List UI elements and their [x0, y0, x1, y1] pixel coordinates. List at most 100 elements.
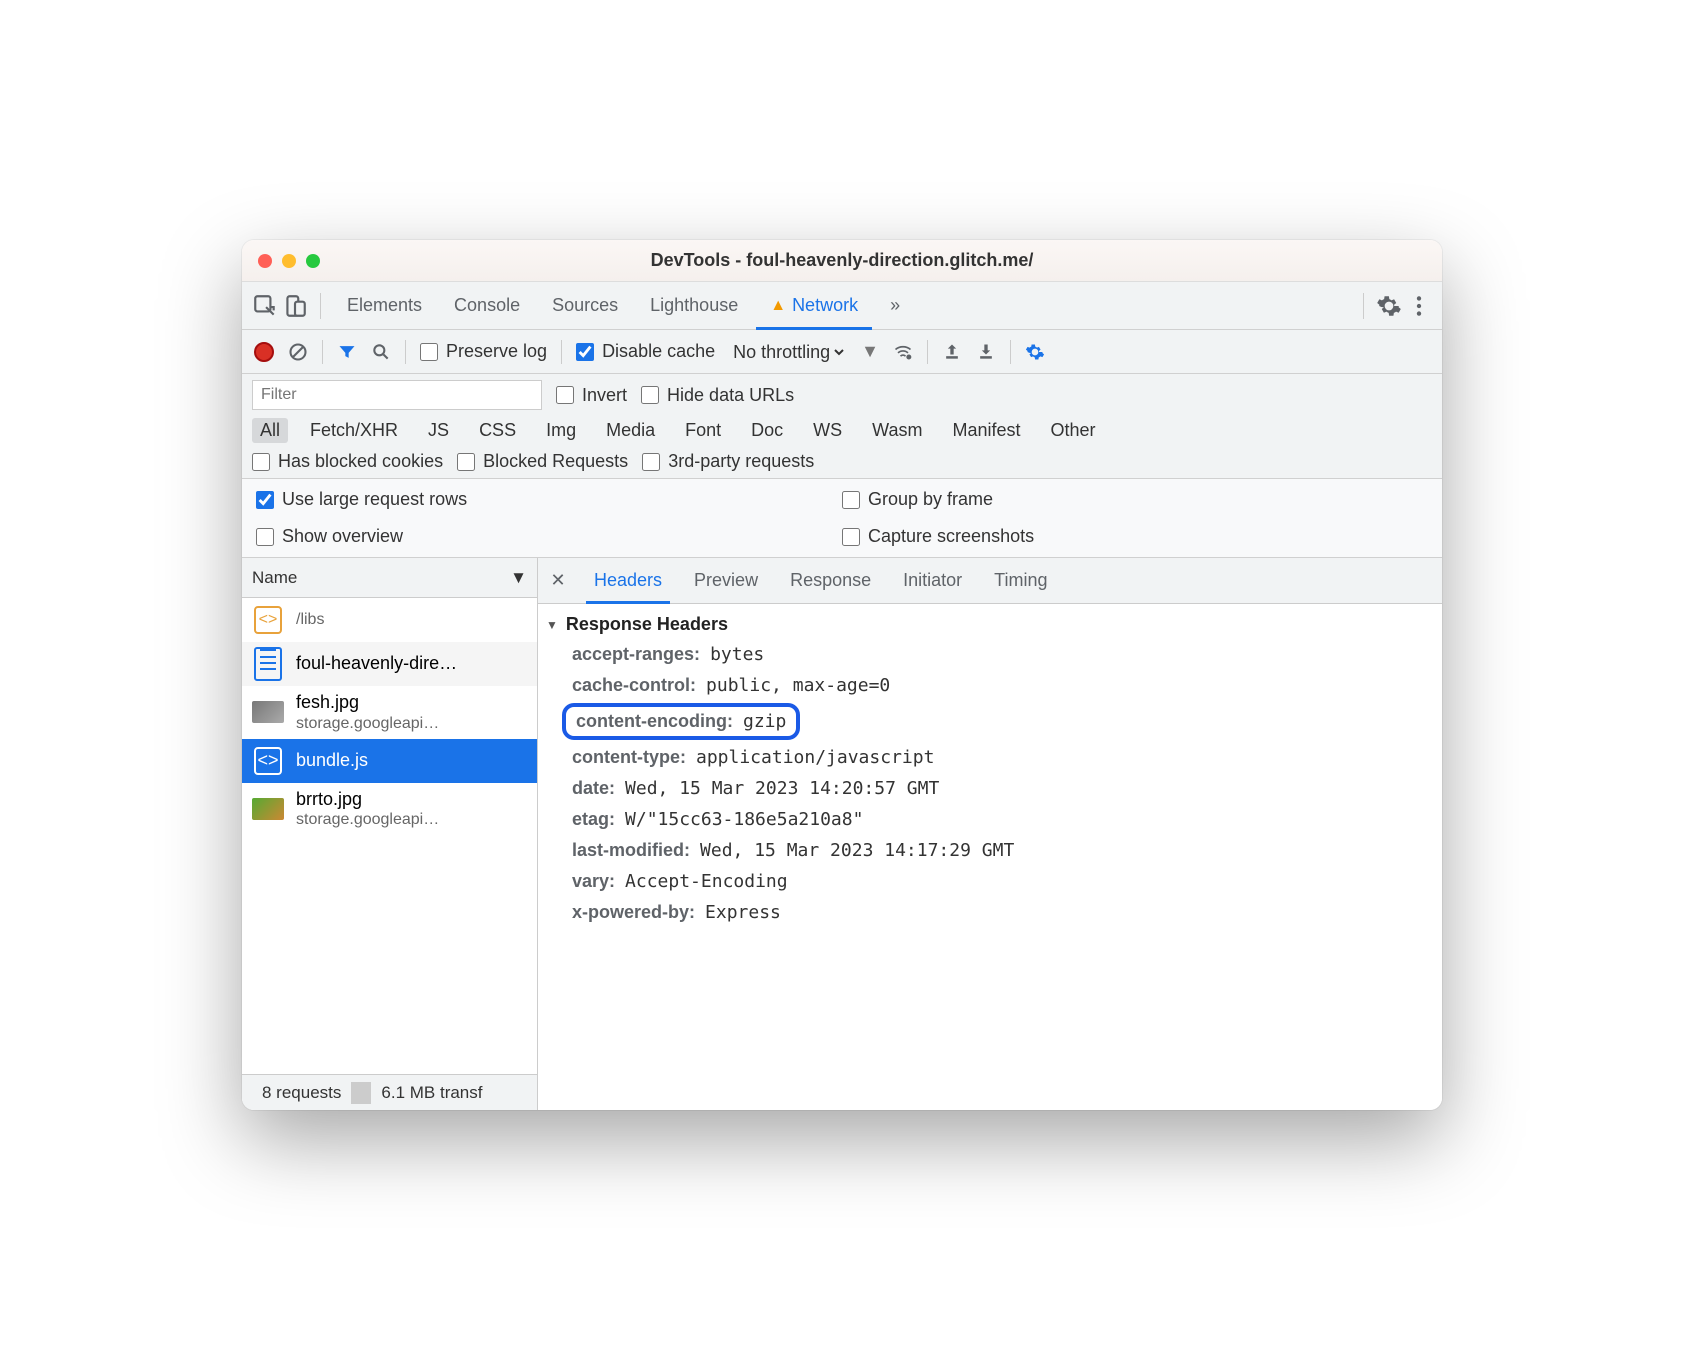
wifi-icon[interactable]	[893, 342, 913, 362]
request-name: brrto.jpg	[296, 789, 439, 811]
view-options: Use large request rows Group by frame Sh…	[242, 479, 1442, 558]
request-list: Name ▼ <>/libs foul-heavenly-dire… fesh.jp…	[242, 558, 538, 1110]
type-ws[interactable]: WS	[805, 418, 850, 443]
type-font[interactable]: Font	[677, 418, 729, 443]
panel-tabs: Elements Console Sources Lighthouse ▲Net…	[242, 282, 1442, 330]
header-key: content-type:	[572, 747, 686, 768]
js-file-icon: <>	[254, 606, 282, 634]
large-rows-toggle[interactable]: Use large request rows	[256, 489, 842, 510]
network-settings-icon[interactable]	[1025, 342, 1045, 362]
settings-icon[interactable]	[1376, 293, 1402, 319]
tab-network[interactable]: ▲Network	[756, 282, 872, 329]
dtab-initiator[interactable]: Initiator	[887, 558, 978, 603]
sort-icon: ▼	[510, 568, 527, 588]
search-icon[interactable]	[371, 342, 391, 362]
inspect-icon[interactable]	[252, 293, 278, 319]
dtab-timing[interactable]: Timing	[978, 558, 1063, 603]
third-party-toggle[interactable]: 3rd-party requests	[642, 451, 814, 472]
transfer-size: 6.1 MB transf	[371, 1083, 492, 1103]
dtab-response[interactable]: Response	[774, 558, 887, 603]
type-media[interactable]: Media	[598, 418, 663, 443]
header-key: accept-ranges:	[572, 644, 700, 665]
clear-icon[interactable]	[288, 342, 308, 362]
filter-icon[interactable]	[337, 342, 357, 362]
type-css[interactable]: CSS	[471, 418, 524, 443]
type-other[interactable]: Other	[1043, 418, 1104, 443]
group-frame-toggle[interactable]: Group by frame	[842, 489, 1428, 510]
invert-toggle[interactable]: Invert	[556, 385, 627, 406]
record-button[interactable]	[254, 342, 274, 362]
header-value: gzip	[743, 711, 786, 732]
header-value: public, max-age=0	[706, 675, 890, 696]
filter-input[interactable]	[252, 380, 542, 410]
blocked-requests-toggle[interactable]: Blocked Requests	[457, 451, 628, 472]
name-column-header[interactable]: Name ▼	[242, 558, 537, 598]
header-value: Accept-Encoding	[625, 871, 788, 892]
headers-panel: Response Headers accept-ranges: bytes cach…	[538, 604, 1442, 1110]
type-doc[interactable]: Doc	[743, 418, 791, 443]
type-fetch[interactable]: Fetch/XHR	[302, 418, 406, 443]
hide-data-urls-toggle[interactable]: Hide data URLs	[641, 385, 794, 406]
header-value: Wed, 15 Mar 2023 14:17:29 GMT	[700, 840, 1014, 861]
type-filters: All Fetch/XHR JS CSS Img Media Font Doc …	[252, 418, 1432, 443]
header-key: x-powered-by:	[572, 902, 695, 923]
dtab-headers[interactable]: Headers	[578, 558, 678, 603]
disable-cache-toggle[interactable]: Disable cache	[576, 341, 715, 362]
header-row: x-powered-by: Express	[538, 897, 1442, 928]
device-icon[interactable]	[282, 293, 308, 319]
header-row: etag:W/"15cc63-186e5a210a8"	[538, 804, 1442, 835]
download-icon[interactable]	[976, 342, 996, 362]
image-thumb-icon	[252, 701, 284, 723]
dtab-preview[interactable]: Preview	[678, 558, 774, 603]
more-tabs[interactable]: »	[876, 282, 914, 329]
header-key: cache-control:	[572, 675, 696, 696]
request-name: fesh.jpg	[296, 692, 439, 714]
header-value: Wed, 15 Mar 2023 14:20:57 GMT	[625, 778, 939, 799]
header-value: Express	[705, 902, 781, 923]
header-key: last-modified:	[572, 840, 690, 861]
tab-console[interactable]: Console	[440, 282, 534, 329]
show-overview-toggle[interactable]: Show overview	[256, 526, 842, 547]
request-row[interactable]: <>/libs	[242, 598, 537, 642]
header-row: cache-control: public, max-age=0	[538, 670, 1442, 701]
titlebar: DevTools - foul-heavenly-direction.glitc…	[242, 240, 1442, 282]
kebab-icon[interactable]	[1406, 293, 1432, 319]
preserve-log-toggle[interactable]: Preserve log	[420, 341, 547, 362]
type-wasm[interactable]: Wasm	[864, 418, 930, 443]
detail-tabs: ✕ Headers Preview Response Initiator Tim…	[538, 558, 1442, 604]
header-row: last-modified: Wed, 15 Mar 2023 14:17:29 …	[538, 835, 1442, 866]
request-domain: storage.googleapi…	[296, 810, 439, 829]
blocked-cookies-toggle[interactable]: Has blocked cookies	[252, 451, 443, 472]
request-name: bundle.js	[296, 750, 368, 772]
header-key: date:	[572, 778, 615, 799]
header-row: content-type:application/javascript	[538, 742, 1442, 773]
close-detail-icon[interactable]: ✕	[538, 570, 578, 591]
request-row[interactable]: <> bundle.js	[242, 739, 537, 783]
js-file-icon: <>	[254, 747, 282, 775]
type-js[interactable]: JS	[420, 418, 457, 443]
type-all[interactable]: All	[252, 418, 288, 443]
tab-sources[interactable]: Sources	[538, 282, 632, 329]
header-row: date: Wed, 15 Mar 2023 14:20:57 GMT	[538, 773, 1442, 804]
tab-lighthouse[interactable]: Lighthouse	[636, 282, 752, 329]
tab-elements[interactable]: Elements	[333, 282, 436, 329]
type-img[interactable]: Img	[538, 418, 584, 443]
main-split: Name ▼ <>/libs foul-heavenly-dire… fesh.jp…	[242, 558, 1442, 1110]
request-row[interactable]: brrto.jpgstorage.googleapi…	[242, 783, 537, 836]
request-row[interactable]: foul-heavenly-dire…	[242, 642, 537, 686]
header-key: content-encoding:	[576, 711, 733, 732]
request-count: 8 requests	[252, 1083, 351, 1103]
detail-pane: ✕ Headers Preview Response Initiator Tim…	[538, 558, 1442, 1110]
header-value: bytes	[710, 644, 764, 665]
status-bar: 8 requests 6.1 MB transf	[242, 1074, 537, 1110]
header-row: content-encoding: gzip	[562, 703, 800, 740]
upload-icon[interactable]	[942, 342, 962, 362]
request-domain: storage.googleapi…	[296, 714, 439, 733]
capture-screenshots-toggle[interactable]: Capture screenshots	[842, 526, 1428, 547]
request-name: foul-heavenly-dire…	[296, 653, 457, 675]
throttling-select[interactable]: No throttling	[729, 341, 847, 363]
type-manifest[interactable]: Manifest	[945, 418, 1029, 443]
response-headers-section[interactable]: Response Headers	[538, 610, 1442, 639]
header-key: etag:	[572, 809, 615, 830]
request-row[interactable]: fesh.jpgstorage.googleapi…	[242, 686, 537, 739]
